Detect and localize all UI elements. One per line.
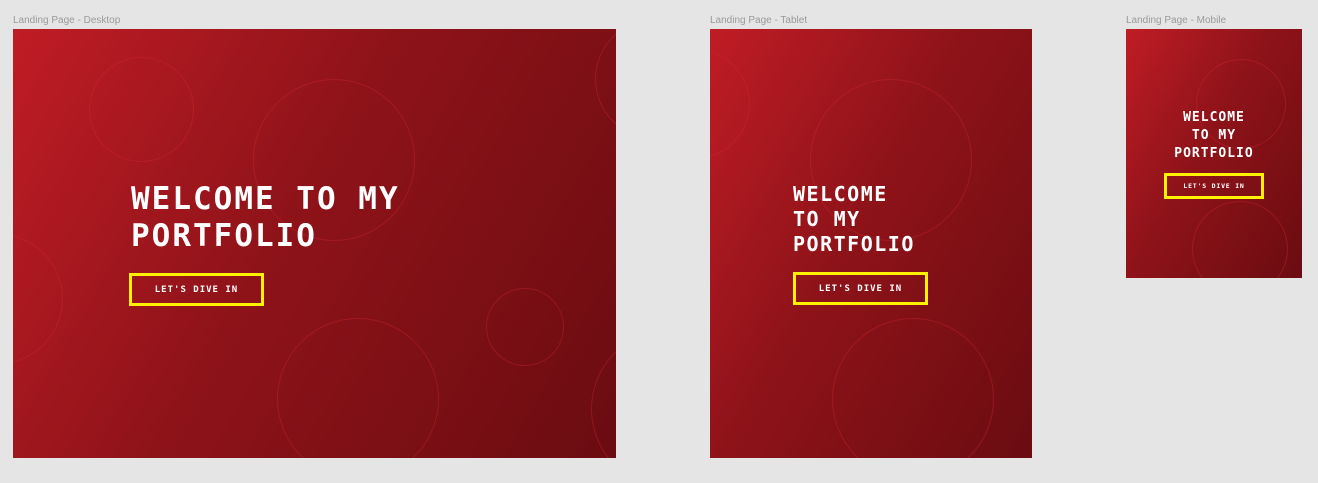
decorative-circle [1192, 201, 1288, 278]
hero-title: Welcome to my portfolio [793, 182, 915, 256]
lets-dive-in-button[interactable]: Let's dive in [1164, 173, 1264, 199]
frame-label-desktop: Landing Page - Desktop [13, 15, 121, 26]
frame-label-tablet: Landing Page - Tablet [710, 15, 808, 26]
hero-title: Welcome to my portfolio [131, 181, 400, 254]
decorative-circle [710, 49, 750, 159]
landing-page-desktop-frame: Welcome to my portfolio Let's dive in [13, 29, 616, 458]
frame-label-mobile: Landing Page - Mobile [1126, 15, 1227, 26]
lets-dive-in-button[interactable]: Let's dive in [129, 273, 264, 306]
decorative-circle [595, 29, 616, 139]
lets-dive-in-button[interactable]: Let's dive in [793, 272, 928, 305]
landing-page-tablet-frame: Welcome to my portfolio Let's dive in [710, 29, 1032, 458]
landing-page-mobile-frame: Welcome to my portfolio Let's dive in [1126, 29, 1302, 278]
decorative-circle [591, 329, 616, 458]
hero-title: Welcome to my portfolio [1174, 110, 1254, 161]
decorative-circle [13, 234, 63, 364]
decorative-circle [486, 288, 564, 366]
decorative-circle [277, 318, 439, 458]
decorative-circle [89, 57, 194, 162]
decorative-circle [832, 318, 994, 458]
